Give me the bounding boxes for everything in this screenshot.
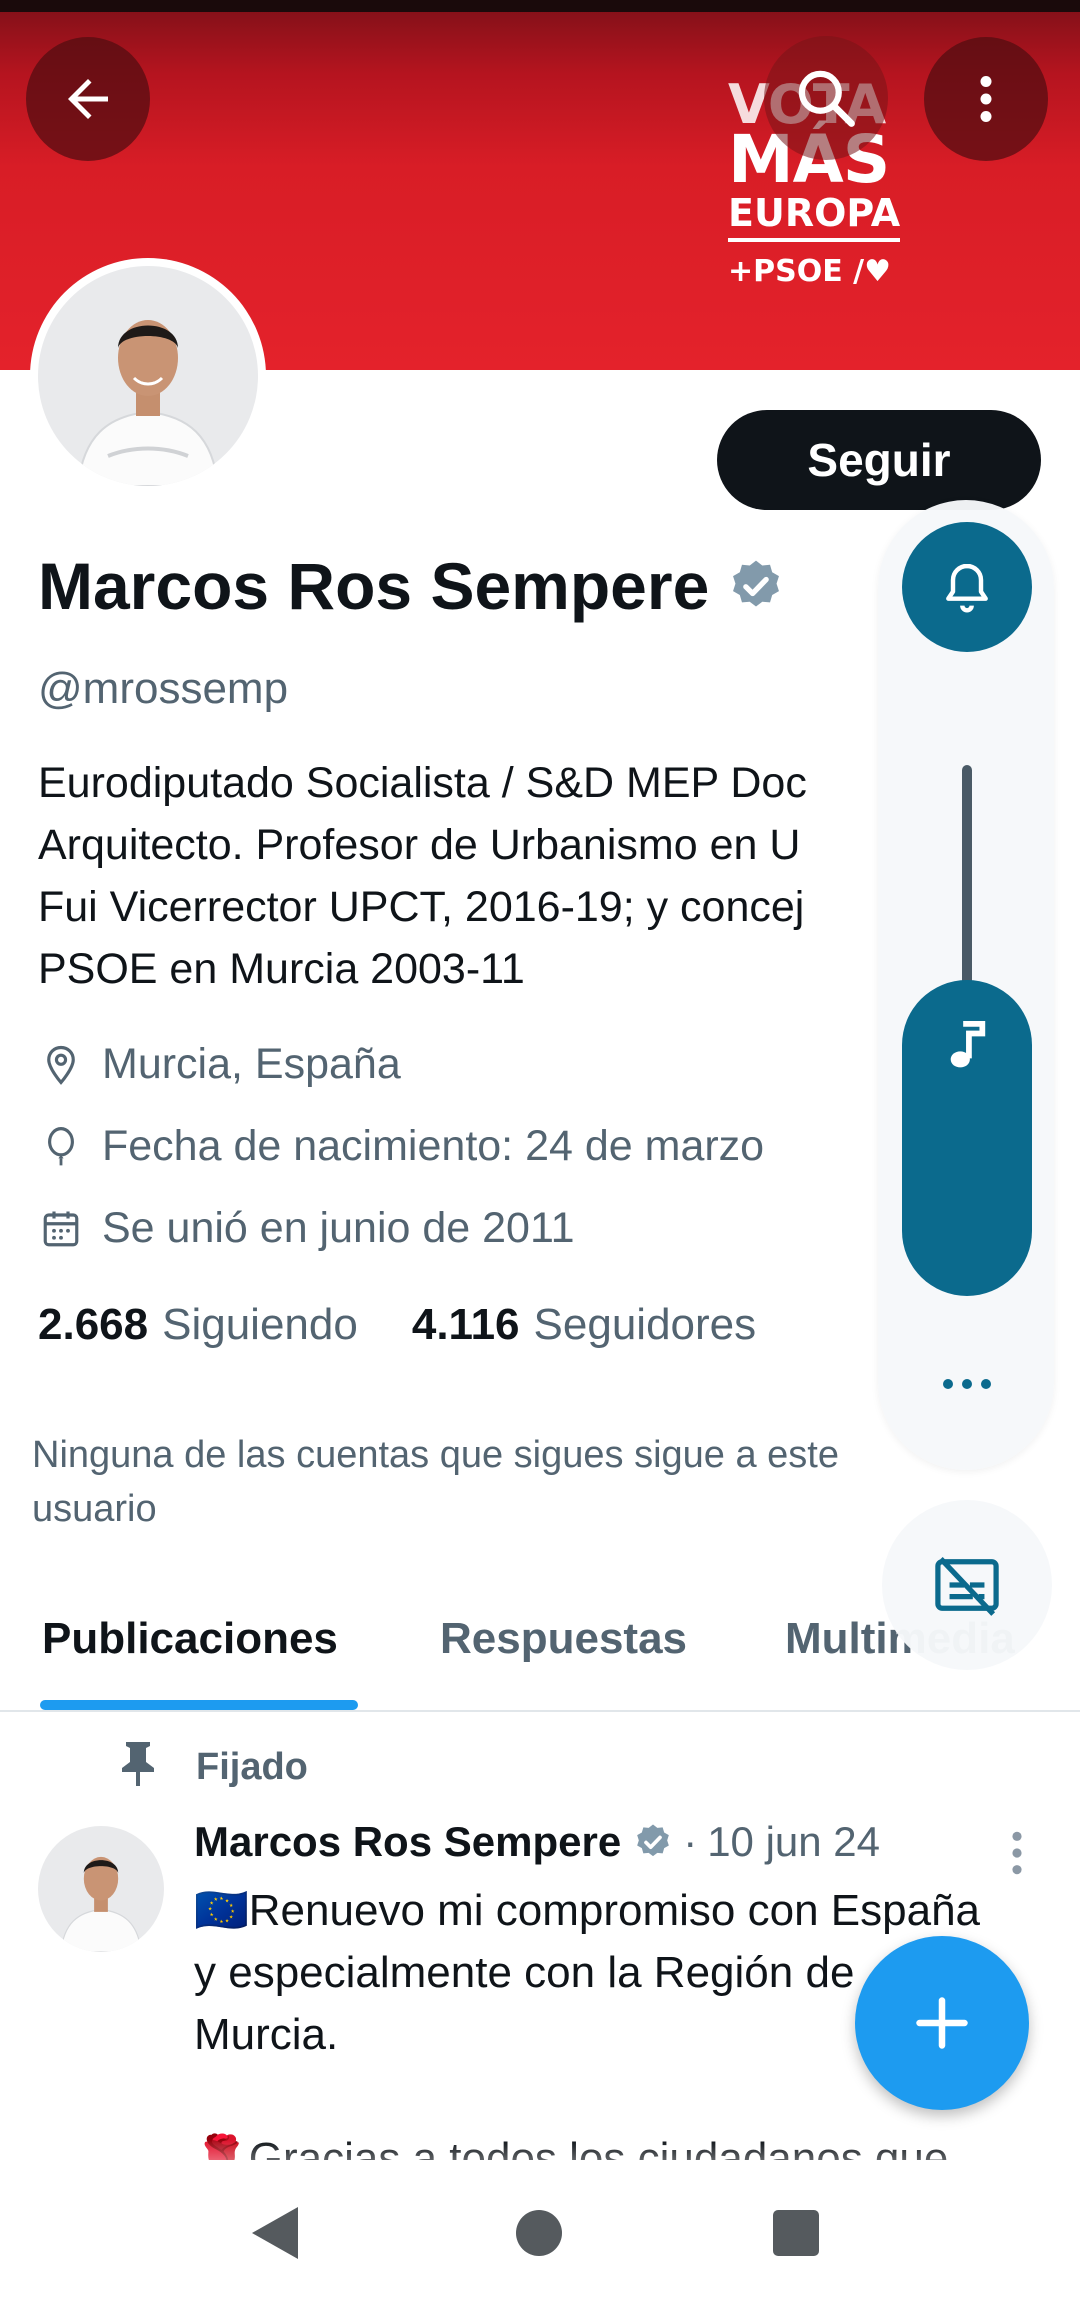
arrow-left-icon: [68, 79, 108, 119]
mutual-followers-note: Ninguna de las cuentas que sigues sigue …: [32, 1434, 839, 1530]
tweet-author-name[interactable]: Marcos Ros Sempere: [194, 1818, 621, 1866]
tweet-author-avatar[interactable]: [38, 1826, 164, 1952]
profile-joined: Se unió en junio de 2011: [38, 1204, 575, 1253]
followers-label: Seguidores: [533, 1300, 757, 1349]
compose-button[interactable]: [855, 1936, 1029, 2110]
tweet-line: 🇪🇺Renuevo mi compromiso con España: [194, 1886, 981, 1935]
captions-off-icon: [935, 1557, 999, 1616]
verified-badge-icon[interactable]: [727, 557, 785, 615]
verified-badge-icon: [637, 1824, 670, 1857]
location-text: Murcia, España: [102, 1040, 401, 1088]
more-options-button[interactable]: [924, 37, 1048, 161]
location-pin-icon: [38, 1042, 84, 1088]
status-bar: [0, 0, 1080, 12]
following-count: 2.668: [38, 1300, 149, 1349]
follow-stats: 2.668 Siguiendo 4.116 Seguidores: [38, 1300, 756, 1350]
campaign-line-3: EUROPA: [728, 192, 900, 242]
calendar-icon: [38, 1206, 84, 1252]
active-tab-indicator: [40, 1700, 358, 1710]
profile-photo: [38, 266, 258, 486]
tweet-more-icon[interactable]: [1002, 1828, 1032, 1878]
follow-button[interactable]: Seguir: [717, 410, 1041, 510]
followers-link[interactable]: 4.116 Seguidores: [412, 1300, 756, 1350]
nav-back-icon[interactable]: [250, 2205, 300, 2261]
nav-home-icon[interactable]: [516, 2210, 562, 2256]
profile-birthdate: Fecha de nacimiento: 24 de marzo: [38, 1122, 764, 1171]
profile-name-row: Marcos Ros Sempere: [38, 548, 785, 624]
bio-line: Eurodiputado Socialista / S&D MEP Doc: [38, 759, 807, 807]
pinned-label: Fijado: [196, 1745, 308, 1788]
pin-icon: [118, 1738, 158, 1796]
tweet-separator: ·: [683, 1818, 698, 1865]
ringer-mode-button[interactable]: [902, 522, 1032, 652]
profile-name: Marcos Ros Sempere: [38, 549, 710, 623]
following-link[interactable]: 2.668 Siguiendo: [38, 1300, 358, 1350]
bio-line: Fui Vicerrector UPCT, 2016-19; y concej: [38, 883, 805, 931]
bio-line: Arquitecto. Profesor de Urbanismo en U: [38, 821, 801, 869]
followers-count: 4.116: [411, 1300, 520, 1349]
live-caption-button[interactable]: [882, 1500, 1052, 1670]
music-note-icon: [950, 1021, 986, 1068]
tweet-date[interactable]: 10 jun 24: [707, 1818, 880, 1866]
bio-line: PSOE en Murcia 2003-11: [38, 945, 525, 993]
plus-icon: [916, 1997, 968, 2049]
tab-publicaciones[interactable]: Publicaciones: [42, 1614, 338, 1664]
back-button[interactable]: [26, 37, 150, 161]
bell-icon: [946, 563, 988, 613]
following-label: Siguiendo: [162, 1300, 358, 1349]
search-icon: [798, 70, 855, 127]
tweet-header: Marcos Ros Sempere · 10 jun 24: [194, 1818, 880, 1866]
more-vertical-icon: [980, 76, 992, 122]
campaign-line-4: +PSOE /♥: [728, 254, 892, 289]
profile-handle: @mrossemp: [38, 664, 289, 713]
nav-recents-icon[interactable]: [773, 2210, 819, 2256]
tab-respuestas[interactable]: Respuestas: [440, 1614, 687, 1664]
profile-bio: Eurodiputado Socialista / S&D MEP Doc Ar…: [38, 752, 888, 1000]
profile-avatar[interactable]: [30, 258, 266, 494]
pinned-label-row: Fijado: [118, 1738, 308, 1796]
search-button[interactable]: [764, 36, 888, 160]
more-horizontal-icon[interactable]: [940, 1374, 994, 1394]
birthdate-text: Fecha de nacimiento: 24 de marzo: [102, 1122, 765, 1170]
balloon-icon: [38, 1124, 84, 1170]
profile-location: Murcia, España: [38, 1040, 401, 1089]
joined-text: Se unió en junio de 2011: [102, 1204, 575, 1252]
